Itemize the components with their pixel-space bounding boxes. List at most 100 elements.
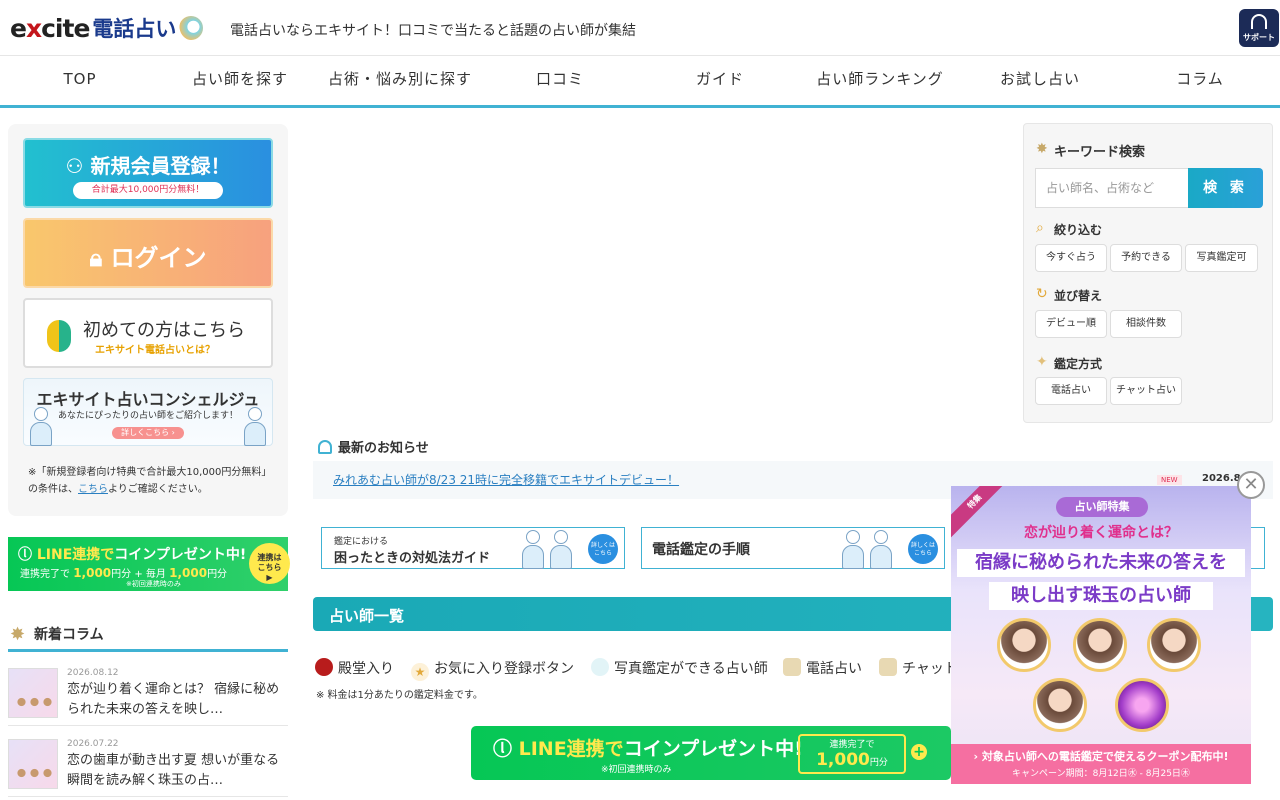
search-button[interactable]: 検 索 — [1188, 168, 1263, 208]
method-heading: 鑑定方式 — [1054, 357, 1103, 371]
popup-headline: 恋が辿り着く運命とは？ — [1024, 525, 1178, 541]
trouble-guide-banner[interactable]: 鑑定における 困ったときの対処法ガイド 詳しくは こちら — [321, 527, 625, 569]
person-illustration — [550, 530, 572, 570]
line-icon: ⓛ — [18, 547, 37, 563]
sort-heading: 並び替え — [1054, 289, 1103, 303]
lock-icon: 🔒︎ — [89, 244, 111, 272]
line-banner-small: ※初回連携時のみ — [126, 580, 181, 588]
guide-title: 電話鑑定の手順 — [652, 542, 750, 558]
first-time-sub: エキサイト電話占いとは？ — [95, 345, 215, 356]
register-button[interactable]: ⚇ 新規会員登録！ 合計最大10,000円分無料！ — [23, 138, 273, 208]
legend-photo: 写真鑑定ができる占い師 — [591, 658, 768, 678]
first-time-button[interactable]: 初めての方はこちら エキサイト電話占いとは？ — [23, 298, 273, 368]
person-illustration — [870, 530, 892, 570]
sparkle-icon: ✸ — [1036, 141, 1048, 157]
camera-icon — [591, 658, 609, 676]
beginner-mark-icon — [47, 320, 71, 352]
login-button[interactable]: 🔒︎ ログイン — [23, 218, 273, 288]
nav-ranking[interactable]: 占い師ランキング — [800, 56, 960, 105]
fee-note: ※ 料金は1分あたりの鑑定料金です。 — [316, 690, 483, 701]
nav-guide[interactable]: ガイド — [640, 56, 800, 105]
person-illustration — [842, 530, 864, 570]
main-banner-area — [313, 124, 1013, 424]
sort-consultations[interactable]: 相談件数 — [1110, 310, 1182, 338]
fortune-teller-photo — [1147, 618, 1201, 672]
popup-close-button[interactable]: ✕ — [1237, 471, 1265, 499]
nav-column[interactable]: コラム — [1120, 56, 1280, 105]
logo-excite: excite — [10, 13, 90, 43]
concierge-title: エキサイト占いコンシェルジュ — [36, 390, 260, 409]
search-panel: ✸ キーワード検索 占い師名、占術など 検 索 ⌕ 絞り込む 今すぐ占う 予約で… — [1023, 123, 1273, 423]
notice-heading: 最新のお知らせ — [318, 437, 429, 456]
nav-top[interactable]: TOP — [0, 56, 160, 105]
login-label: 🔒︎ ログイン — [89, 244, 207, 272]
site-logo[interactable]: excite 電話占い — [10, 8, 204, 48]
popup-line-1: 宿縁に秘められた未来の答えを — [957, 549, 1245, 577]
method-phone[interactable]: 電話占い — [1035, 377, 1107, 405]
nav-trial[interactable]: お試し占い — [960, 56, 1120, 105]
plus-icon: + — [911, 744, 927, 760]
concierge-banner[interactable]: エキサイト占いコンシェルジュ あなたにぴったりの占い師をご紹介します！ 詳しくこ… — [23, 378, 273, 446]
popup-footer: › 対象占い師への電話鑑定で使えるクーポン配布中! キャンペーン期間：8月12日… — [951, 744, 1251, 784]
line-banner-link[interactable]: 連携は こちら ▶ — [249, 543, 290, 584]
column-item[interactable]: 2026.07.22 恋の歯車が動き出す夏 想いが重なる瞬間を読み解く珠玉の占… — [8, 735, 288, 797]
line-big-small: ※初回連携時のみ — [601, 765, 672, 775]
moon-icon — [179, 16, 204, 40]
line-coin-banner-large[interactable]: ⓛ LINE連携でコインプレゼント中! ※初回連携時のみ 連携完了で 1,000… — [471, 726, 951, 780]
column-date: 2026.07.22 — [67, 739, 119, 749]
filter-photo[interactable]: 写真鑑定可 — [1185, 244, 1258, 272]
column-title: 恋の歯車が動き出す夏 想いが重なる瞬間を読み解く珠玉の占… — [67, 753, 280, 788]
line-big-title: ⓛ LINE連携でコインプレゼント中! — [493, 738, 803, 760]
list-legend: 殿堂入り ★ お気に入り登録ボタン 写真鑑定ができる占い師 電話占い チャット — [313, 656, 973, 681]
new-badge: NEW — [1157, 475, 1182, 485]
nav-by-method-worry[interactable]: 占術・悩み別に探す — [320, 56, 480, 105]
sparkle-icon: ✸ — [10, 624, 26, 645]
filter-heading: 絞り込む — [1054, 223, 1103, 237]
support-button[interactable]: サポート — [1239, 9, 1279, 47]
support-label: サポート — [1243, 33, 1275, 42]
phone-procedure-banner[interactable]: 電話鑑定の手順 詳しくは こちら — [641, 527, 945, 569]
fortune-teller-photo — [997, 618, 1051, 672]
first-time-label: 初めての方はこちら — [83, 320, 245, 341]
feature-pill: 占い師特集 — [1056, 497, 1148, 517]
register-sub: 合計最大10,000円分無料！ — [73, 182, 223, 199]
new-columns-title: 新着コラム — [34, 627, 104, 643]
nav-reviews[interactable]: 口コミ — [480, 56, 640, 105]
notice-link[interactable]: みれあむ占い師が8/23 21時に完全移籍でエキサイトデビュー！ — [333, 471, 679, 488]
star-icon: ★ — [411, 663, 429, 681]
note-link[interactable]: こちら — [78, 484, 108, 495]
column-thumbnail — [8, 668, 58, 718]
guide-detail-button[interactable]: 詳しくは こちら — [908, 534, 938, 564]
column-thumbnail — [8, 739, 58, 789]
keyword-search-input[interactable]: 占い師名、占術など — [1035, 168, 1189, 208]
guide-title: 困ったときの対処法ガイド — [334, 551, 491, 566]
bell-icon — [318, 440, 332, 454]
phone-icon — [783, 658, 801, 676]
site-header: excite 電話占い 電話占いならエキサイト！口コミで当たると話題の占い師が集… — [0, 0, 1280, 56]
fortune-teller-photo — [1033, 678, 1087, 732]
feature-popup-ad[interactable]: 特集 占い師特集 恋が辿り着く運命とは？ 宿縁に秘められた未来の答えを 映し出す… — [951, 486, 1251, 784]
filter-now[interactable]: 今すぐ占う — [1035, 244, 1107, 272]
person-illustration — [30, 407, 52, 447]
logo-denwa-uranai: 電話占い — [92, 17, 177, 41]
line-banner-sub: 連携完了で 1,000円分 + 毎月 1,000円分 — [20, 566, 228, 580]
user-plus-icon: ⚇ — [65, 154, 91, 178]
column-item[interactable]: 2026.08.12 恋が辿り着く運命とは？ 宿縁に秘められた未来の答えを映し… — [8, 664, 288, 726]
line-big-amount-box: 連携完了で 1,000円分 — [798, 734, 906, 774]
nav-find-fortune-teller[interactable]: 占い師を探す — [160, 56, 320, 105]
global-nav: TOP 占い師を探す 占術・悩み別に探す 口コミ ガイド 占い師ランキング お試… — [0, 56, 1280, 108]
guide-detail-button[interactable]: 詳しくは こちら — [588, 534, 618, 564]
line-banner-title: ⓛ LINE連携でコインプレゼント中! — [18, 547, 247, 563]
filter-reservable[interactable]: 予約できる — [1110, 244, 1182, 272]
method-chat[interactable]: チャット占い — [1110, 377, 1182, 405]
concierge-detail-button[interactable]: 詳しくこちら › — [112, 427, 184, 439]
keyword-heading: キーワード検索 — [1054, 145, 1146, 160]
note-line-2: の条件は、こちらよりご確認ください。 — [28, 484, 208, 495]
legend-hall-of-fame: 殿堂入り — [315, 658, 394, 678]
crystal-image — [1115, 678, 1169, 732]
person-illustration — [522, 530, 544, 570]
line-coin-banner[interactable]: ⓛ LINE連携でコインプレゼント中! 連携完了で 1,000円分 + 毎月 1… — [8, 537, 290, 591]
crown-icon — [315, 658, 333, 676]
sort-debut[interactable]: デビュー順 — [1035, 310, 1107, 338]
legend-phone: 電話占い — [783, 658, 862, 678]
